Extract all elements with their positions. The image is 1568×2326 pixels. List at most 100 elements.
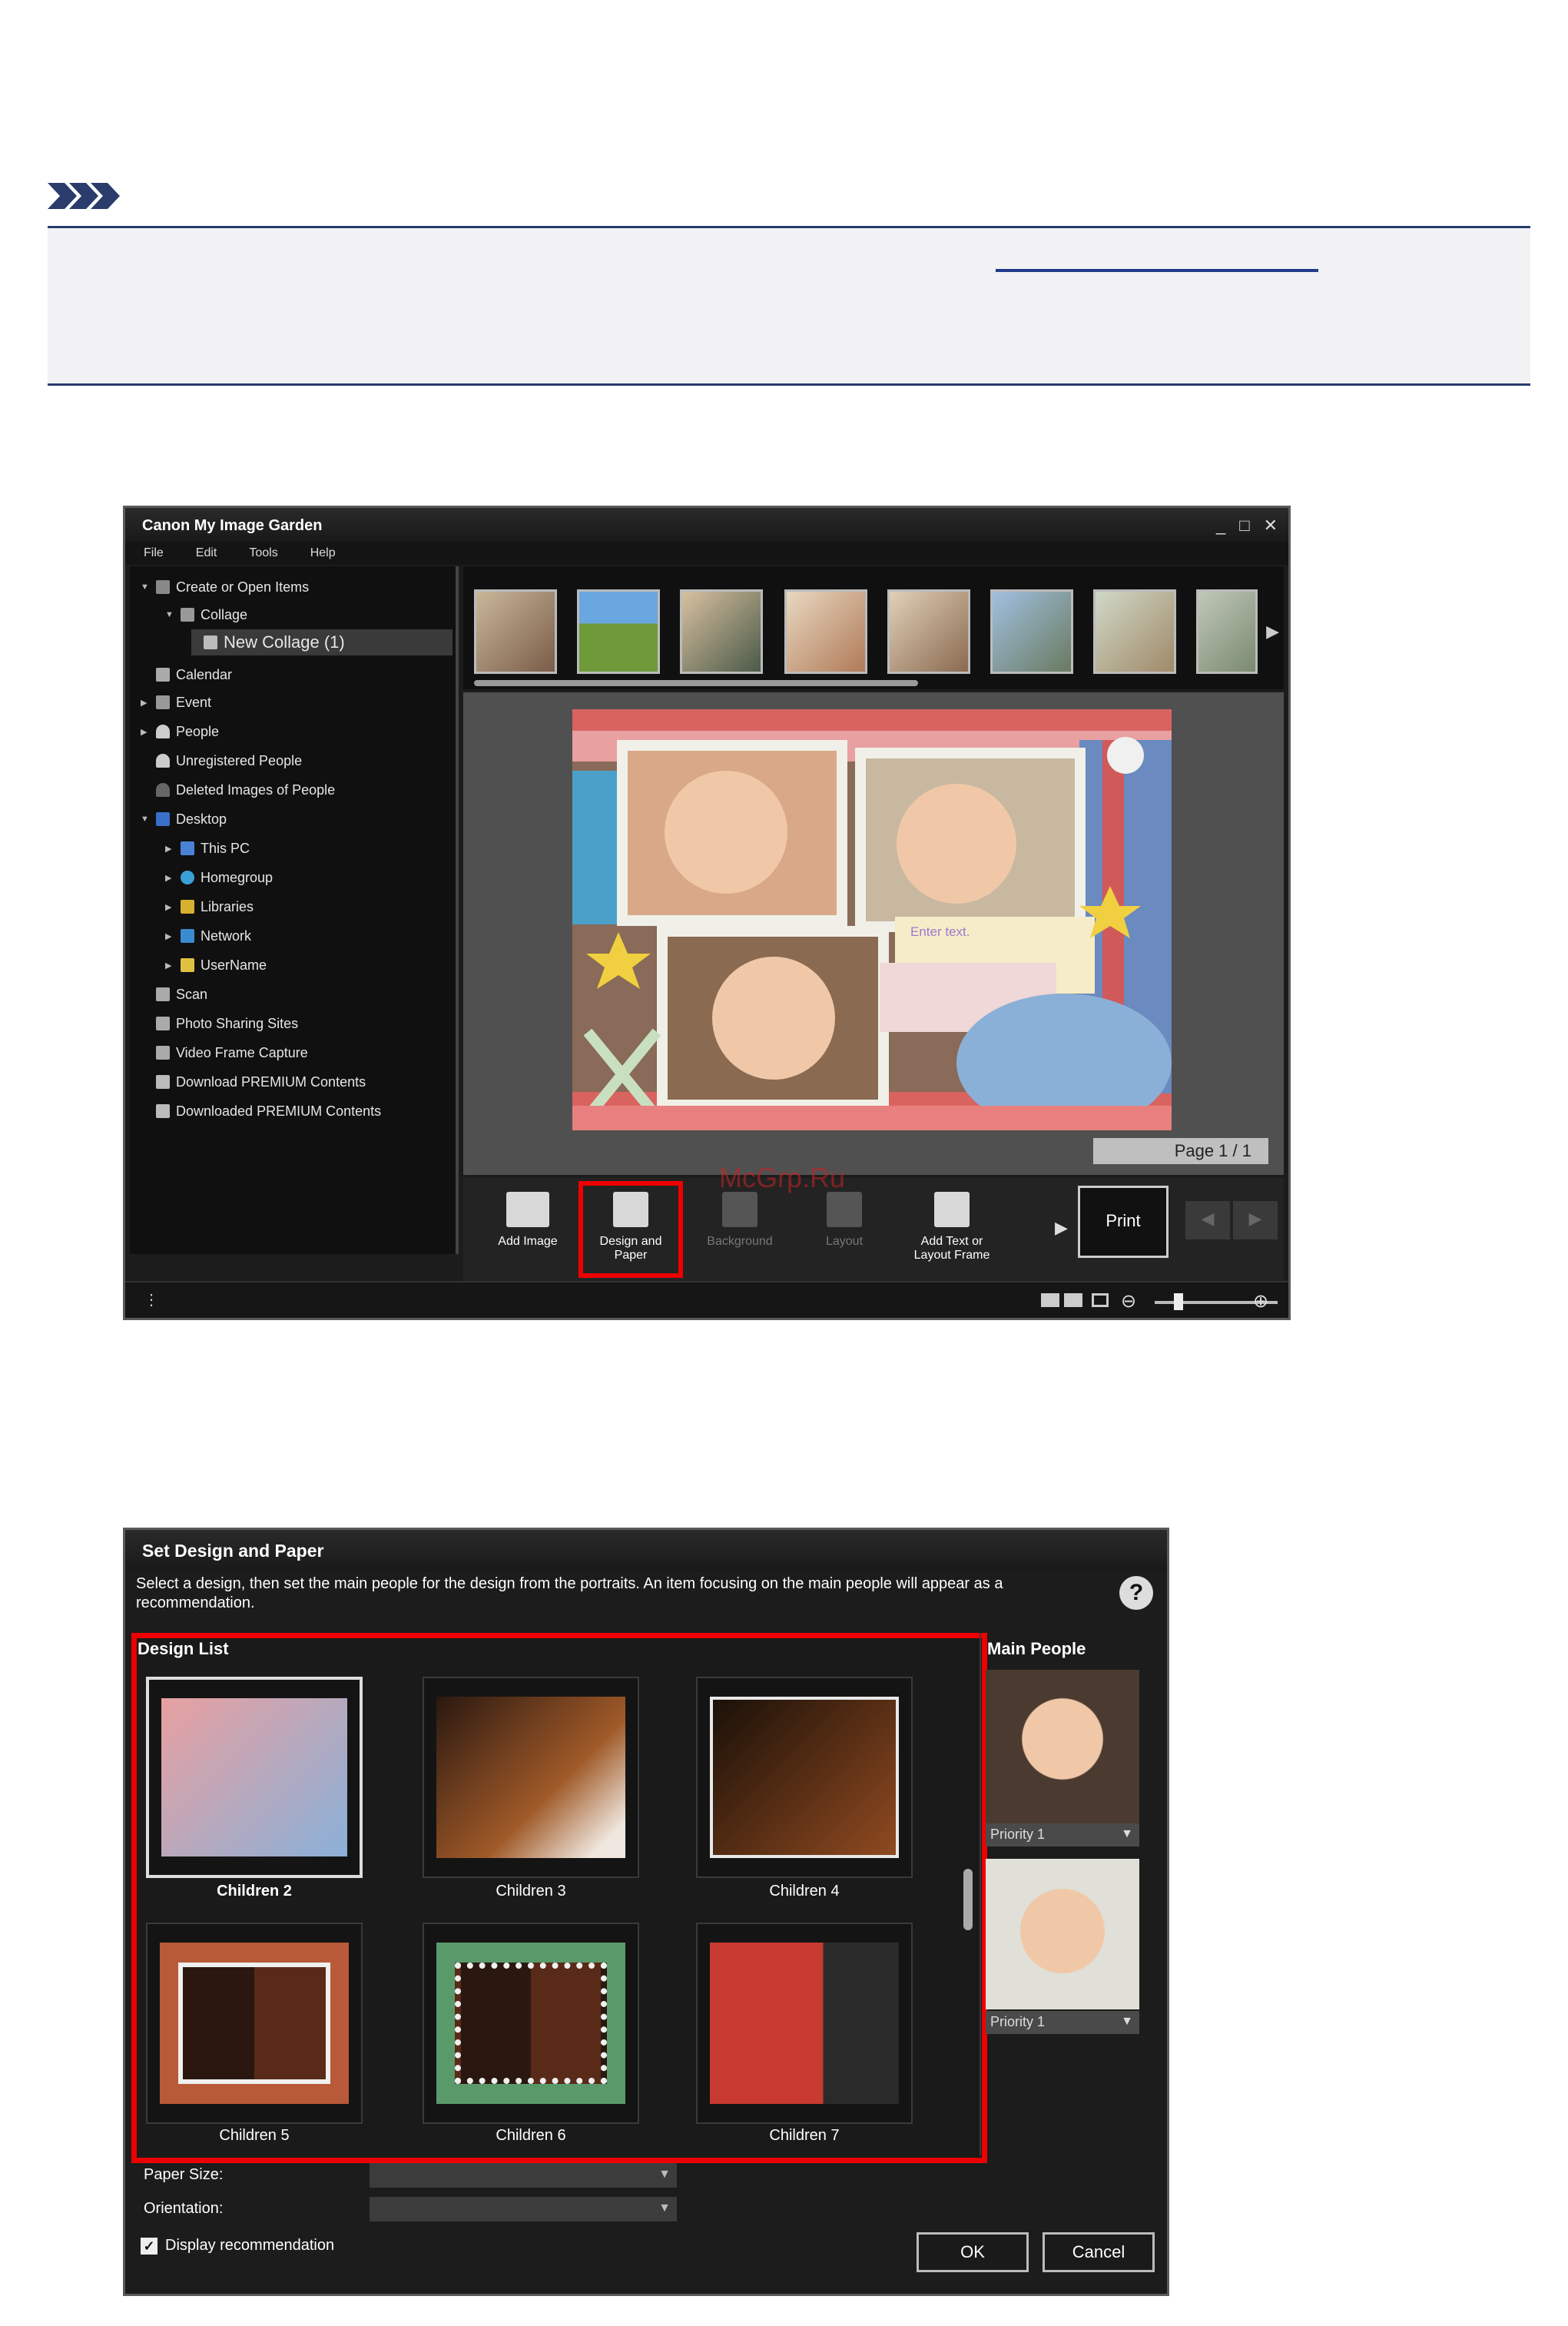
view-mode-icon[interactable] bbox=[1041, 1293, 1059, 1307]
cancel-button[interactable]: Cancel bbox=[1043, 2232, 1155, 2272]
paper-size-label: Paper Size: bbox=[144, 2166, 224, 2183]
menu-edit[interactable]: Edit bbox=[196, 546, 217, 565]
print-button[interactable]: Print bbox=[1078, 1186, 1169, 1258]
tree-item-create-or-open[interactable]: ▼ Create or Open Items bbox=[141, 574, 309, 600]
tree-item-people[interactable]: ▶ People bbox=[141, 718, 219, 745]
main-person-portrait[interactable] bbox=[986, 1670, 1139, 1823]
layout-button[interactable]: Layout bbox=[795, 1192, 893, 1284]
add-text-or-layout-frame-button[interactable]: Add Text or Layout Frame bbox=[903, 1192, 1001, 1284]
menu-tools[interactable]: Tools bbox=[249, 546, 277, 565]
filmstrip-thumbnail[interactable] bbox=[1196, 589, 1258, 674]
design-card-children-7[interactable] bbox=[696, 1923, 913, 2124]
design-card-children-4[interactable] bbox=[696, 1677, 913, 1878]
tree-item-event[interactable]: ▶ Event bbox=[141, 689, 211, 715]
help-icon[interactable]: ? bbox=[1119, 1576, 1153, 1610]
design-and-paper-highlight bbox=[578, 1181, 683, 1278]
this-pc-icon bbox=[181, 841, 194, 855]
display-recommendation-row[interactable]: ✓ Display recommendation bbox=[141, 2237, 334, 2255]
display-recommendation-label: Display recommendation bbox=[165, 2237, 335, 2254]
tree-item-collage[interactable]: ▼ Collage bbox=[165, 602, 247, 628]
note-link[interactable] bbox=[996, 269, 1318, 272]
collage-preview[interactable]: Enter text. bbox=[572, 709, 1172, 1130]
design-label: Children 7 bbox=[769, 2127, 840, 2144]
paper-size-select[interactable] bbox=[370, 2163, 677, 2188]
filmstrip-scrollbar[interactable] bbox=[474, 680, 918, 686]
add-image-button[interactable]: Add Image bbox=[479, 1192, 577, 1284]
minimize-icon[interactable]: _ bbox=[1216, 516, 1225, 536]
design-card-children-3[interactable] bbox=[423, 1677, 639, 1878]
expand-arrow-icon[interactable]: ▼ bbox=[165, 610, 174, 619]
expand-arrow-icon[interactable]: ▼ bbox=[141, 582, 150, 592]
design-label: Children 5 bbox=[219, 2127, 290, 2144]
tree-item-scan[interactable]: Scan bbox=[156, 981, 207, 1007]
tree-item-homegroup[interactable]: ▶ Homegroup bbox=[165, 864, 273, 891]
tree-item-this-pc[interactable]: ▶ This PC bbox=[165, 835, 250, 861]
toolbar-more-icon[interactable]: ▶ bbox=[1055, 1218, 1068, 1238]
collapse-arrow-icon[interactable]: ▶ bbox=[141, 727, 150, 737]
tree-item-calendar[interactable]: Calendar bbox=[156, 662, 232, 688]
tree-item-downloaded-premium[interactable]: Downloaded PREMIUM Contents bbox=[156, 1098, 381, 1124]
zoom-slider-handle[interactable] bbox=[1174, 1293, 1183, 1310]
tree-item-username[interactable]: ▶ UserName bbox=[165, 952, 267, 978]
filmstrip-thumbnail[interactable] bbox=[577, 589, 660, 674]
design-list-title: Design List bbox=[138, 1639, 229, 1658]
downloaded-premium-icon bbox=[156, 1104, 170, 1118]
filmstrip-thumbnail[interactable] bbox=[1093, 589, 1176, 674]
design-thumbnail bbox=[160, 1943, 349, 2104]
tree-item-network[interactable]: ▶ Network bbox=[165, 923, 251, 949]
tree-item-download-premium[interactable]: Download PREMIUM Contents bbox=[156, 1069, 366, 1095]
collapse-arrow-icon[interactable]: ▶ bbox=[165, 873, 174, 883]
previous-page-icon[interactable]: ◀ bbox=[1185, 1201, 1230, 1239]
design-list-scrollbar[interactable] bbox=[963, 1869, 973, 1930]
ok-button[interactable]: OK bbox=[917, 2232, 1029, 2272]
display-recommendation-checkbox[interactable]: ✓ bbox=[141, 2237, 157, 2255]
filmstrip-next-icon[interactable]: ▶ bbox=[1266, 622, 1279, 642]
navigation-tree: ▼ Create or Open Items ▼ Collage New Col… bbox=[130, 566, 459, 1254]
window-title: Canon My Image Garden bbox=[125, 508, 1288, 542]
video-capture-icon bbox=[156, 1046, 170, 1060]
view-mode-alt-icon[interactable] bbox=[1064, 1293, 1082, 1307]
collapse-arrow-icon[interactable]: ▶ bbox=[165, 961, 174, 971]
tree-item-libraries[interactable]: ▶ Libraries bbox=[165, 894, 254, 920]
collapse-arrow-icon[interactable]: ▶ bbox=[165, 844, 174, 854]
orientation-label: Orientation: bbox=[144, 2200, 224, 2217]
filmstrip-thumbnail[interactable] bbox=[474, 589, 557, 674]
fit-view-icon[interactable] bbox=[1092, 1293, 1109, 1307]
collapse-arrow-icon[interactable]: ▶ bbox=[165, 902, 174, 912]
tree-item-video-frame-capture[interactable]: Video Frame Capture bbox=[156, 1040, 308, 1066]
maximize-icon[interactable]: □ bbox=[1239, 516, 1249, 536]
set-design-and-paper-dialog: Set Design and Paper Select a design, th… bbox=[123, 1528, 1169, 2296]
filmstrip-thumbnail[interactable] bbox=[784, 589, 867, 674]
image-garden-window: Canon My Image Garden _ □ ✕ File Edit To… bbox=[123, 506, 1291, 1320]
expand-arrow-icon[interactable]: ▼ bbox=[141, 815, 150, 824]
zoom-in-icon[interactable]: ⊕ bbox=[1253, 1290, 1268, 1312]
tree-item-desktop[interactable]: ▼ Desktop bbox=[141, 806, 227, 832]
menu-help[interactable]: Help bbox=[310, 546, 336, 565]
collapse-arrow-icon[interactable]: ▶ bbox=[141, 698, 150, 708]
design-card-children-6[interactable] bbox=[423, 1923, 639, 2124]
priority-dropdown[interactable]: Priority 1 bbox=[986, 2011, 1139, 2034]
filmstrip-thumbnail[interactable] bbox=[680, 589, 763, 674]
design-thumbnail bbox=[161, 1698, 347, 1856]
tree-item-photo-sharing-sites[interactable]: Photo Sharing Sites bbox=[156, 1010, 298, 1037]
zoom-out-icon[interactable]: ⊖ bbox=[1121, 1290, 1136, 1312]
close-icon[interactable]: ✕ bbox=[1264, 516, 1278, 536]
note-icon bbox=[48, 183, 120, 209]
design-card-children-2[interactable] bbox=[146, 1677, 363, 1878]
background-button[interactable]: Background bbox=[691, 1192, 789, 1284]
status-info-icon[interactable]: ⋮ bbox=[144, 1290, 159, 1309]
priority-dropdown[interactable]: Priority 1 bbox=[986, 1823, 1139, 1847]
next-page-icon[interactable]: ▶ bbox=[1233, 1201, 1278, 1239]
collage-text-placeholder[interactable]: Enter text. bbox=[910, 924, 970, 940]
create-icon bbox=[156, 580, 170, 594]
tree-item-new-collage[interactable]: New Collage (1) bbox=[191, 629, 452, 655]
collapse-arrow-icon[interactable]: ▶ bbox=[165, 931, 174, 941]
tree-item-deleted-images-of-people[interactable]: Deleted Images of People bbox=[156, 777, 335, 803]
filmstrip-thumbnail[interactable] bbox=[990, 589, 1073, 674]
filmstrip-thumbnail[interactable] bbox=[887, 589, 970, 674]
tree-item-unregistered-people[interactable]: Unregistered People bbox=[156, 748, 302, 774]
design-card-children-5[interactable] bbox=[146, 1923, 363, 2124]
menu-file[interactable]: File bbox=[144, 546, 164, 565]
orientation-select[interactable] bbox=[370, 2197, 677, 2221]
main-person-portrait[interactable] bbox=[986, 1859, 1139, 2009]
